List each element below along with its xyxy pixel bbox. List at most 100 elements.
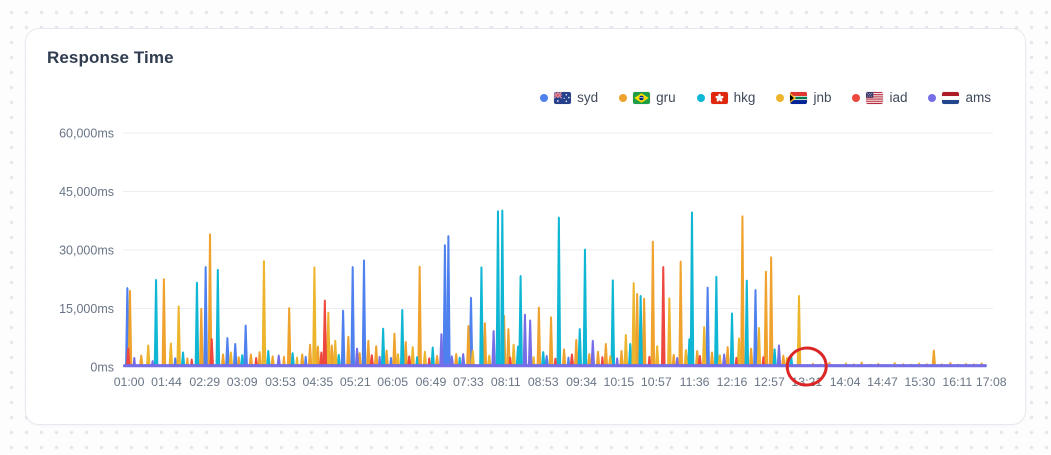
svg-text:08:53: 08:53 — [528, 375, 559, 389]
spike — [631, 281, 636, 367]
spike — [660, 265, 666, 367]
spike — [527, 319, 533, 367]
svg-text:07:33: 07:33 — [453, 375, 484, 389]
spike — [361, 259, 367, 367]
legend-label-hkg: hkg — [733, 90, 756, 105]
spike — [603, 342, 609, 367]
svg-text:12:57: 12:57 — [754, 375, 785, 389]
spike — [701, 326, 707, 367]
svg-text:03:09: 03:09 — [227, 375, 258, 389]
legend-item-jnb[interactable]: jnb — [776, 90, 831, 105]
spike — [399, 308, 405, 367]
svg-text:06:49: 06:49 — [416, 375, 447, 389]
spike — [491, 329, 496, 367]
flag-us-icon — [866, 91, 884, 104]
spike — [203, 265, 208, 367]
legend-item-syd[interactable]: syd — [540, 90, 598, 105]
svg-text:01:44: 01:44 — [151, 375, 182, 389]
spike — [511, 343, 516, 367]
spike — [322, 299, 328, 367]
spike — [199, 307, 204, 367]
spike — [350, 265, 355, 367]
spike — [729, 312, 735, 367]
spike — [638, 294, 643, 367]
spike — [582, 248, 588, 367]
spike — [215, 268, 221, 367]
svg-text:04:35: 04:35 — [302, 375, 333, 389]
flag-br-icon — [633, 91, 651, 104]
spike — [307, 343, 313, 367]
svg-text:12:16: 12:16 — [717, 375, 748, 389]
flag-au-icon — [554, 91, 572, 104]
svg-text:14:04: 14:04 — [830, 375, 861, 389]
svg-text:10:15: 10:15 — [604, 375, 635, 389]
legend-dot-syd — [540, 93, 549, 102]
spike — [145, 344, 151, 367]
spike — [161, 278, 167, 367]
svg-text:11:36: 11:36 — [680, 375, 710, 389]
chart-canvas[interactable]: 60,000ms 45,000ms 30,000ms 15,000ms 0ms01:00… — [26, 29, 1027, 426]
spike — [678, 260, 683, 367]
spike — [380, 327, 386, 367]
spike — [479, 266, 484, 367]
flag-za-icon — [790, 91, 808, 104]
spike — [740, 215, 745, 367]
legend-label-syd: syd — [577, 90, 599, 105]
spike — [261, 260, 267, 367]
svg-text:05:21: 05:21 — [340, 375, 371, 389]
svg-text:60,000ms: 60,000ms — [59, 127, 114, 141]
spike — [232, 342, 238, 367]
spike — [768, 256, 774, 367]
legend-label-gru: gru — [656, 90, 676, 105]
legend-item-ams[interactable]: ams — [928, 90, 991, 105]
svg-text:30,000ms: 30,000ms — [59, 244, 114, 258]
svg-text:14:47: 14:47 — [867, 375, 898, 389]
baseline-ams[interactable] — [123, 364, 987, 368]
spike — [373, 345, 379, 367]
spike — [366, 339, 371, 367]
spike — [194, 281, 200, 367]
spike — [417, 265, 422, 367]
spike — [332, 339, 338, 367]
spike — [796, 294, 802, 367]
spike — [744, 279, 750, 367]
legend-label-ams: ams — [965, 90, 991, 105]
legend-dot-iad — [852, 93, 861, 102]
chart-title: Response Time — [47, 48, 174, 67]
legend-item-gru[interactable]: gru — [619, 90, 676, 105]
svg-text:15:30: 15:30 — [905, 375, 936, 389]
spike — [340, 309, 346, 367]
spike — [714, 275, 719, 367]
spike — [590, 339, 596, 367]
spike — [518, 274, 523, 367]
spike — [776, 344, 782, 367]
legend-dot-gru — [619, 93, 628, 102]
spike — [446, 235, 451, 367]
flag-hk-icon — [710, 91, 728, 104]
svg-text:10:57: 10:57 — [641, 375, 672, 389]
spike — [536, 306, 542, 367]
spike — [500, 209, 505, 367]
spike — [346, 335, 351, 367]
series-hkg[interactable] — [153, 209, 794, 367]
legend-item-hkg[interactable]: hkg — [696, 90, 756, 105]
spike — [689, 211, 695, 367]
spike — [650, 240, 656, 367]
legend-dot-ams — [928, 93, 937, 102]
svg-text:17:08: 17:08 — [976, 375, 1007, 389]
spike — [286, 306, 292, 367]
spike — [168, 342, 174, 367]
response-time-chart[interactable]: 60,000ms 45,000ms 30,000ms 15,000ms 0ms 01:00… — [26, 29, 1027, 426]
flag-nl-icon — [942, 91, 960, 104]
series-gru[interactable] — [127, 215, 984, 367]
y-axis-labels: 60,000ms 45,000ms 30,000ms 15,000ms 0ms — [59, 127, 114, 375]
spike — [153, 278, 159, 367]
x-axis-labels: 01:00 01:44 02:29 03:09 03:53 04:35 05:21 06:05… — [114, 375, 1007, 389]
spike — [763, 270, 769, 367]
legend-item-iad[interactable]: iad — [852, 90, 907, 105]
svg-text:0ms: 0ms — [90, 361, 114, 375]
svg-text:01:00: 01:00 — [114, 375, 145, 389]
svg-text:16:11: 16:11 — [942, 375, 972, 389]
spike — [176, 305, 181, 367]
spike — [522, 313, 528, 367]
